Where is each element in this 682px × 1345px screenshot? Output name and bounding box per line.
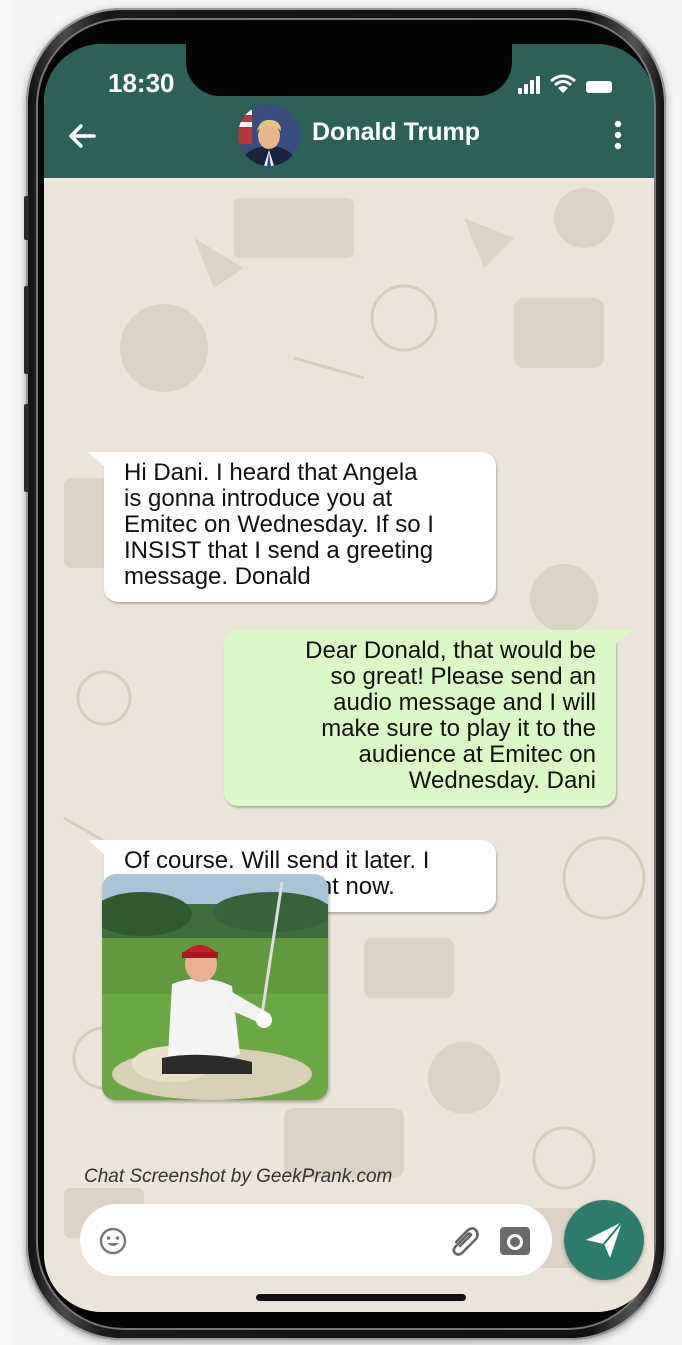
emoji-icon[interactable] bbox=[98, 1226, 128, 1256]
phone-notch bbox=[186, 44, 512, 96]
bubble-tail bbox=[88, 840, 106, 856]
bubble-tail bbox=[88, 452, 106, 468]
contact-name[interactable]: Donald Trump bbox=[312, 118, 480, 147]
status-time: 18:30 bbox=[108, 68, 175, 98]
contact-avatar[interactable] bbox=[238, 104, 300, 166]
send-icon bbox=[586, 1221, 623, 1258]
status-icons bbox=[518, 74, 614, 94]
camera-icon[interactable] bbox=[498, 1224, 532, 1258]
send-button[interactable] bbox=[564, 1200, 644, 1280]
photo-message[interactable] bbox=[102, 874, 328, 1100]
home-indicator bbox=[256, 1294, 466, 1301]
back-arrow-icon[interactable] bbox=[64, 118, 100, 154]
golfer-photo bbox=[102, 874, 328, 1100]
watermark-text: Chat Screenshot by GeekPrank.com bbox=[84, 1166, 393, 1187]
phone-side-button bbox=[24, 196, 29, 240]
wifi-icon bbox=[550, 74, 576, 93]
chat-header: 18:30 Donald Trump bbox=[44, 44, 654, 178]
chat-area[interactable]: Hi Dani. I heard that Angela is gonna in… bbox=[44, 178, 654, 1312]
message-input[interactable] bbox=[80, 1204, 552, 1276]
message-text: Hi Dani. I heard that Angela is gonna in… bbox=[124, 459, 434, 590]
phone-side-button bbox=[24, 286, 29, 374]
bubble-tail bbox=[614, 630, 632, 646]
message-text: Dear Donald, that would be so great! Ple… bbox=[305, 637, 596, 794]
phone-screen: 18:30 Donald Trump Hi Dani. I heard that… bbox=[44, 44, 654, 1312]
message-bubble-outgoing[interactable]: Dear Donald, that would be so great! Ple… bbox=[224, 630, 632, 806]
more-vertical-icon[interactable] bbox=[614, 120, 622, 150]
avatar-image bbox=[238, 104, 300, 166]
signal-icon bbox=[518, 76, 540, 94]
message-bubble-incoming[interactable]: Hi Dani. I heard that Angela is gonna in… bbox=[88, 452, 496, 602]
phone-side-button bbox=[24, 404, 29, 492]
battery-icon bbox=[586, 81, 612, 93]
paperclip-icon[interactable] bbox=[448, 1224, 482, 1258]
page-margin bbox=[0, 0, 12, 1345]
